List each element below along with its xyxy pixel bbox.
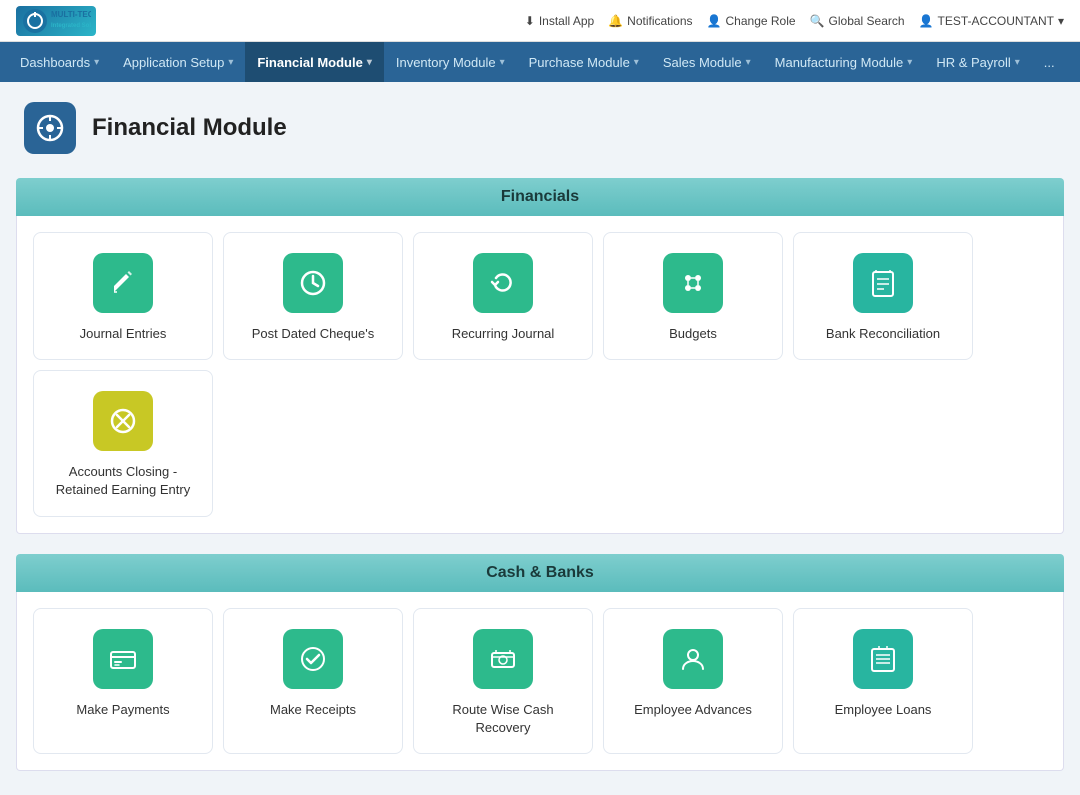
make-receipts-icon (283, 629, 343, 689)
change-role-btn[interactable]: 👤 Change Role (707, 14, 796, 28)
change-role-label: Change Role (726, 14, 796, 28)
nav-bar: Dashboards ▾ Application Setup ▾ Financi… (0, 42, 1080, 82)
cash-banks-grid: Make Payments Make Receipts (16, 592, 1064, 771)
nav-financial-module-chevron: ▾ (367, 57, 372, 68)
employee-loans-card[interactable]: Employee Loans (793, 608, 973, 754)
page-header: Financial Module (0, 82, 1080, 166)
logo-area: MULTI-TECHNO Integrated Solutions (16, 6, 96, 36)
employee-advances-card[interactable]: Employee Advances (603, 608, 783, 754)
user-icon: 👤 (919, 14, 934, 28)
financials-grid: Journal Entries Post Dated Cheque's (16, 216, 1064, 534)
nav-hr-payroll-chevron: ▾ (1015, 57, 1020, 68)
recurring-journal-label: Recurring Journal (452, 325, 555, 343)
nav-manufacturing-module-chevron: ▾ (907, 57, 912, 68)
budgets-card[interactable]: Budgets (603, 232, 783, 360)
nav-dashboards[interactable]: Dashboards ▾ (8, 42, 111, 82)
nav-inventory-module-chevron: ▾ (500, 57, 505, 68)
recurring-journal-card[interactable]: Recurring Journal (413, 232, 593, 360)
make-payments-icon (93, 629, 153, 689)
user-chevron-icon: ▾ (1058, 14, 1064, 28)
page-title: Financial Module (92, 114, 287, 142)
nav-sales-module[interactable]: Sales Module ▾ (651, 42, 763, 82)
financials-section: Financials Journal Entries (16, 178, 1064, 534)
user-menu-btn[interactable]: 👤 TEST-ACCOUNTANT ▾ (919, 14, 1064, 28)
employee-loans-label: Employee Loans (835, 701, 932, 719)
nav-inventory-module[interactable]: Inventory Module ▾ (384, 42, 517, 82)
svg-text:Integrated Solutions: Integrated Solutions (51, 23, 91, 29)
bank-reconciliation-icon (853, 253, 913, 313)
nav-manufacturing-module[interactable]: Manufacturing Module ▾ (763, 42, 925, 82)
route-wise-cash-recovery-card[interactable]: Route Wise Cash Recovery (413, 608, 593, 754)
nav-dashboards-chevron: ▾ (94, 57, 99, 68)
employee-loans-icon (853, 629, 913, 689)
notifications-label: Notifications (627, 14, 692, 28)
top-bar: MULTI-TECHNO Integrated Solutions ⬇ Inst… (0, 0, 1080, 42)
nav-purchase-module[interactable]: Purchase Module ▾ (517, 42, 651, 82)
accounts-closing-icon (93, 391, 153, 451)
cash-banks-section: Cash & Banks Make Payments (16, 554, 1064, 771)
page-icon (24, 102, 76, 154)
global-search-label: Global Search (829, 14, 905, 28)
make-receipts-label: Make Receipts (270, 701, 356, 719)
notifications-btn[interactable]: 🔔 Notifications (608, 14, 692, 28)
nav-application-setup-chevron: ▾ (228, 57, 233, 68)
financials-section-header: Financials (16, 178, 1064, 216)
change-role-icon: 👤 (707, 14, 722, 28)
recurring-journal-icon (473, 253, 533, 313)
route-wise-cash-recovery-icon (473, 629, 533, 689)
post-dated-cheques-icon (283, 253, 343, 313)
journal-entries-icon (93, 253, 153, 313)
install-app-label: Install App (539, 14, 594, 28)
budgets-icon (663, 253, 723, 313)
top-actions: ⬇ Install App 🔔 Notifications 👤 Change R… (525, 14, 1064, 28)
cash-banks-section-header: Cash & Banks (16, 554, 1064, 592)
employee-advances-label: Employee Advances (634, 701, 752, 719)
accounts-closing-card[interactable]: Accounts Closing - Retained Earning Entr… (33, 370, 213, 516)
nav-purchase-module-chevron: ▾ (634, 57, 639, 68)
logo: MULTI-TECHNO Integrated Solutions (16, 6, 96, 36)
nav-more[interactable]: ... (1032, 42, 1067, 82)
user-label: TEST-ACCOUNTANT (938, 14, 1054, 28)
employee-advances-icon (663, 629, 723, 689)
make-receipts-card[interactable]: Make Receipts (223, 608, 403, 754)
post-dated-cheques-card[interactable]: Post Dated Cheque's (223, 232, 403, 360)
journal-entries-card[interactable]: Journal Entries (33, 232, 213, 360)
search-icon: 🔍 (810, 14, 825, 28)
svg-text:MULTI-TECHNO: MULTI-TECHNO (51, 10, 91, 19)
nav-sales-module-chevron: ▾ (746, 57, 751, 68)
make-payments-label: Make Payments (76, 701, 169, 719)
make-payments-card[interactable]: Make Payments (33, 608, 213, 754)
bank-reconciliation-label: Bank Reconciliation (826, 325, 940, 343)
route-wise-cash-recovery-label: Route Wise Cash Recovery (430, 701, 576, 737)
nav-hr-payroll[interactable]: HR & Payroll ▾ (924, 42, 1031, 82)
install-app-btn[interactable]: ⬇ Install App (525, 14, 594, 28)
notifications-icon: 🔔 (608, 14, 623, 28)
bank-reconciliation-card[interactable]: Bank Reconciliation (793, 232, 973, 360)
nav-application-setup[interactable]: Application Setup ▾ (111, 42, 245, 82)
content-area: Financials Journal Entries (0, 178, 1080, 795)
post-dated-cheques-label: Post Dated Cheque's (252, 325, 374, 343)
accounts-closing-label: Accounts Closing - Retained Earning Entr… (50, 463, 196, 499)
install-app-icon: ⬇ (525, 14, 535, 28)
global-search-btn[interactable]: 🔍 Global Search (810, 14, 905, 28)
journal-entries-label: Journal Entries (80, 325, 167, 343)
budgets-label: Budgets (669, 325, 717, 343)
nav-financial-module[interactable]: Financial Module ▾ (245, 42, 384, 82)
